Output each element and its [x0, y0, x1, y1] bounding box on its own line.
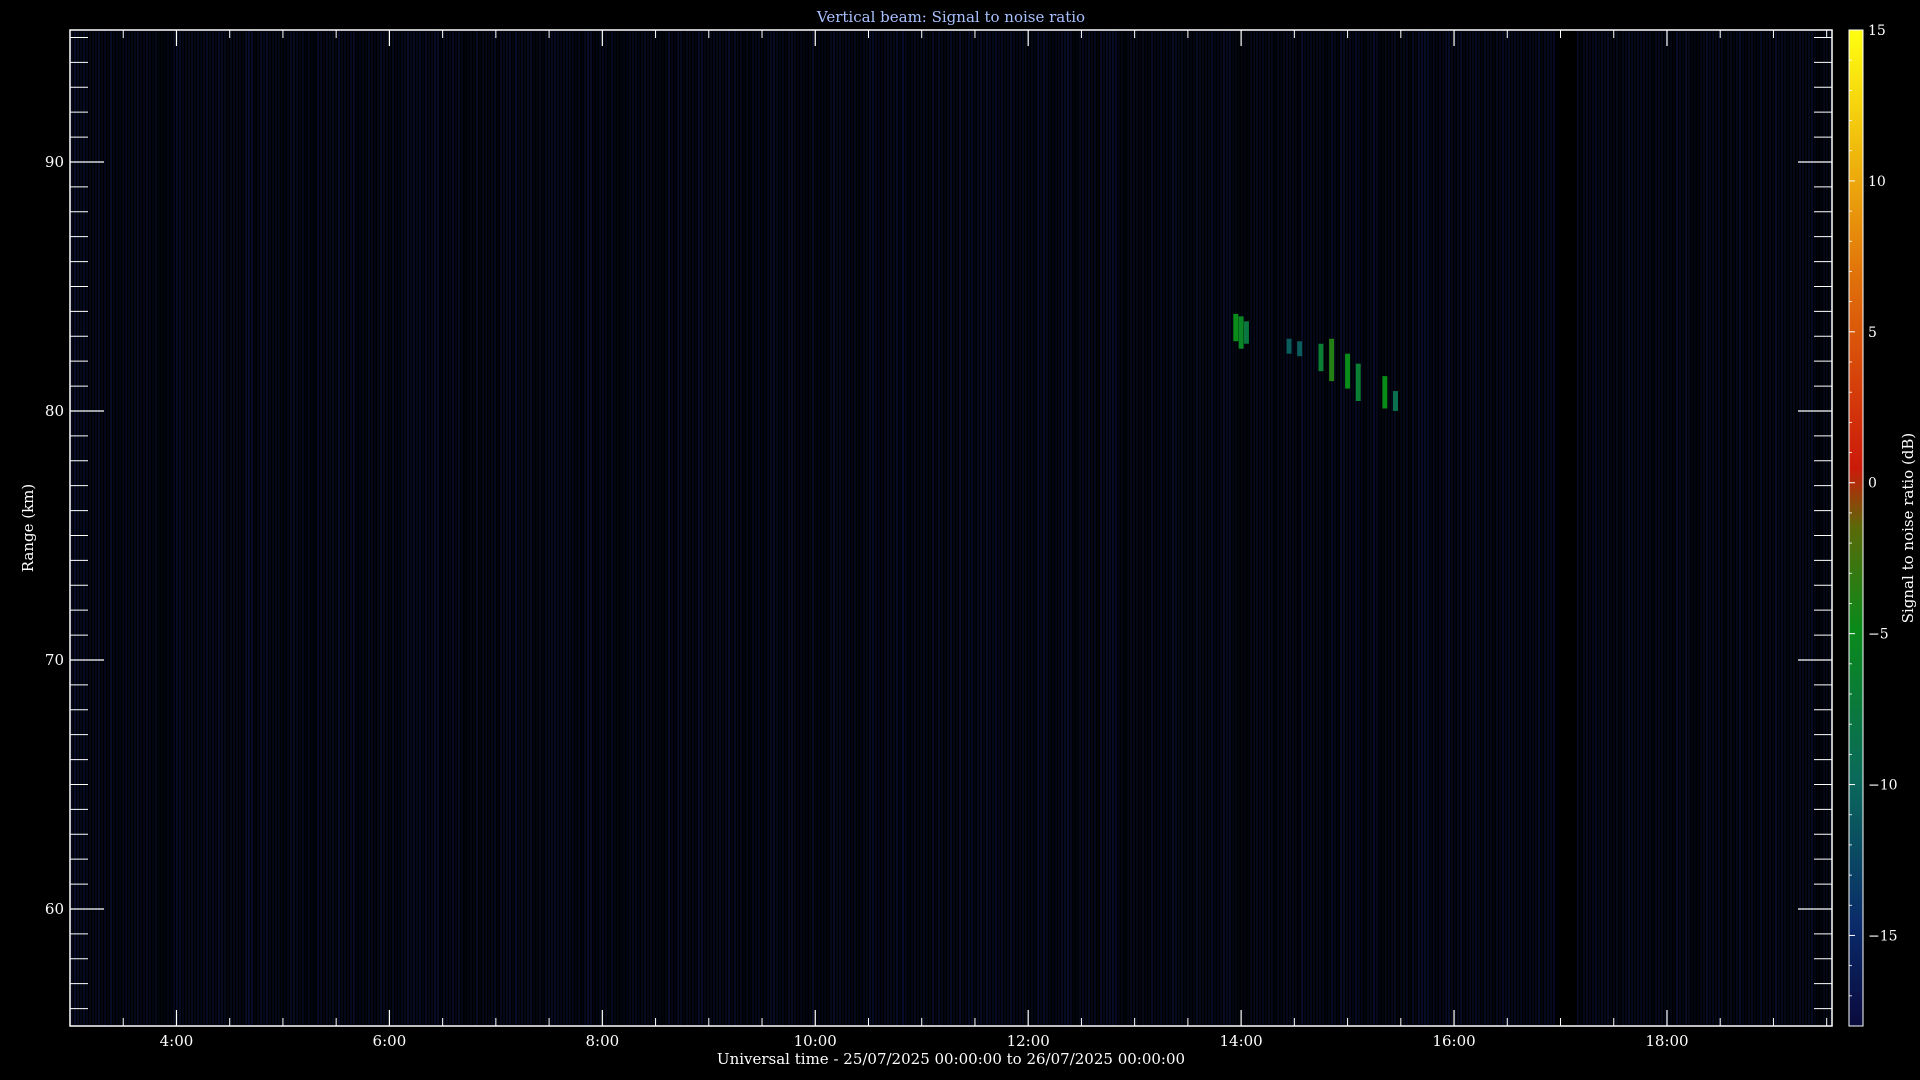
colorbar-tick-label-6: 15: [1868, 23, 1886, 39]
colorbar-tick-label-0: −15: [1868, 928, 1898, 944]
x-axis-label: Universal time - 25/07/2025 00:00:00 to …: [717, 1050, 1185, 1068]
x-tick-label-2: 8:00: [585, 1032, 619, 1050]
heatmap-layer: [71, 31, 1831, 1025]
colorbar: [1849, 30, 1863, 1026]
echo-2: [1243, 321, 1249, 344]
chart-title: Vertical beam: Signal to noise ratio: [816, 8, 1085, 26]
y-axis-label: Range (km): [19, 484, 37, 573]
echo-10: [1392, 391, 1398, 411]
y-tick-label-1: 70: [45, 651, 64, 669]
colorbar-tick-label-3: 0: [1868, 476, 1877, 492]
colorbar-tick-label-1: −10: [1868, 778, 1898, 794]
echo-9: [1382, 376, 1388, 409]
x-tick-label-1: 6:00: [373, 1032, 407, 1050]
x-tick-label-6: 16:00: [1432, 1032, 1475, 1050]
echo-0: [1233, 313, 1239, 342]
x-tick-label-5: 14:00: [1220, 1032, 1263, 1050]
colorbar-tick-label-2: −5: [1868, 627, 1889, 643]
echo-4: [1297, 341, 1303, 357]
colorbar-label: Signal to noise ratio (dB): [1899, 433, 1917, 624]
x-tick-label-7: 18:00: [1645, 1032, 1688, 1050]
echo-1: [1238, 316, 1244, 349]
x-tick-label-0: 4:00: [160, 1032, 194, 1050]
echo-7: [1345, 353, 1351, 389]
x-tick-label-4: 12:00: [1007, 1032, 1050, 1050]
echo-6: [1329, 338, 1335, 382]
y-tick-label-2: 80: [45, 402, 64, 420]
y-tick-label-0: 60: [45, 900, 64, 918]
x-tick-label-3: 10:00: [794, 1032, 837, 1050]
y-tick-label-3: 90: [45, 153, 64, 171]
colorbar-tick-label-4: 5: [1868, 325, 1877, 341]
echo-3: [1286, 338, 1292, 354]
colorbar-tick-label-5: 10: [1868, 174, 1886, 190]
echo-5: [1318, 343, 1324, 372]
no-data-gap: [1555, 31, 1577, 1025]
echo-8: [1355, 363, 1361, 402]
snr-plot: 4:00 6:00 8:00 10:00 12:00 14:00 16:00 18:00 60 7…: [0, 0, 1920, 1080]
